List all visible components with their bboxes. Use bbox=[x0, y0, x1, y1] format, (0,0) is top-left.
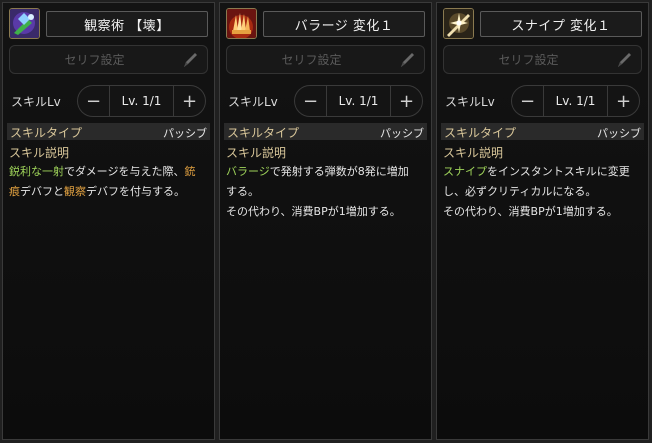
skill-panels: 観察術 【壊】 セリフ設定 スキルLv − Lv. 1/1 + スキルタイプ パ… bbox=[0, 0, 652, 443]
serif-placeholder: セリフ設定 bbox=[498, 53, 559, 67]
skill-type-value: パッシブ bbox=[163, 127, 207, 140]
level-stepper: − Lv. 1/1 + bbox=[294, 85, 423, 117]
skill-title: バラージ 変化１ bbox=[263, 11, 425, 37]
description-line: バラージで発射する弾数が8発に増加 bbox=[226, 162, 425, 182]
debuff-highlight: 観察 bbox=[64, 185, 86, 198]
serif-placeholder: セリフ設定 bbox=[281, 53, 342, 67]
title-row: 観察術 【壊】 bbox=[9, 8, 208, 40]
description-text: をインスタントスキルに変更 bbox=[487, 165, 630, 178]
pen-icon bbox=[401, 53, 414, 67]
level-value: Lv. 1/1 bbox=[555, 94, 596, 108]
description-text: で発射する弾数が8発に増加 bbox=[269, 165, 409, 178]
skill-level-row: スキルLv − Lv. 1/1 + bbox=[9, 85, 208, 117]
level-stepper: − Lv. 1/1 + bbox=[77, 85, 206, 117]
skill-type-value: パッシブ bbox=[597, 127, 641, 140]
skill-type-row: スキルタイプ パッシブ bbox=[224, 123, 427, 140]
description-line: し、必ずクリティカルになる。 bbox=[443, 185, 597, 198]
skill-level-label: スキルLv bbox=[11, 95, 61, 109]
description-line: その代わり、消費BPが1増加する。 bbox=[226, 205, 401, 218]
pen-icon bbox=[184, 53, 197, 67]
description-text: デバフを付与する。 bbox=[86, 185, 185, 198]
title-row: スナイプ 変化１ bbox=[443, 8, 642, 40]
skill-type-row: スキルタイプ パッシブ bbox=[441, 123, 644, 140]
skill-type-label: スキルタイプ bbox=[444, 126, 517, 140]
level-value: Lv. 1/1 bbox=[338, 94, 379, 108]
skill-name-highlight: バラージ bbox=[226, 165, 270, 178]
level-increase-button[interactable]: + bbox=[607, 86, 639, 116]
level-value: Lv. 1/1 bbox=[121, 94, 162, 108]
debuff-highlight: 銃 bbox=[184, 165, 196, 178]
barrage-skill-icon bbox=[226, 8, 257, 39]
skill-level-row: スキルLv − Lv. 1/1 + bbox=[443, 85, 642, 117]
skill-name-highlight: スナイプ bbox=[443, 165, 487, 178]
skill-type-row: スキルタイプ パッシブ bbox=[7, 123, 210, 140]
observation-skill-icon bbox=[9, 8, 40, 39]
skill-panel-observation: 観察術 【壊】 セリフ設定 スキルLv − Lv. 1/1 + スキルタイプ パ… bbox=[2, 2, 215, 440]
snipe-skill-icon bbox=[443, 8, 474, 39]
description-line: 痕デバフと観察デバフを付与する。 bbox=[9, 182, 208, 202]
description-line: 鋭利な一射でダメージを与えた際、銃 bbox=[9, 162, 208, 182]
serif-setting-field[interactable]: セリフ設定 bbox=[226, 45, 425, 74]
skill-level-label: スキルLv bbox=[445, 95, 495, 109]
title-row: バラージ 変化１ bbox=[226, 8, 425, 40]
skill-title: スナイプ 変化１ bbox=[480, 11, 642, 37]
skill-type-value: パッシブ bbox=[380, 127, 424, 140]
skill-title: 観察術 【壊】 bbox=[46, 11, 208, 37]
description-line: する。 bbox=[226, 185, 259, 198]
skill-name-highlight: 鋭利な一射 bbox=[9, 165, 64, 178]
pen-icon bbox=[618, 53, 631, 67]
level-decrease-button[interactable]: − bbox=[295, 86, 327, 116]
skill-description: 鋭利な一射でダメージを与えた際、銃 痕デバフと観察デバフを付与する。 bbox=[9, 162, 208, 202]
level-increase-button[interactable]: + bbox=[173, 86, 205, 116]
skill-description: スナイプをインスタントスキルに変更 し、必ずクリティカルになる。 その代わり、消… bbox=[443, 162, 642, 222]
level-decrease-button[interactable]: − bbox=[512, 86, 544, 116]
skill-level-row: スキルLv − Lv. 1/1 + bbox=[226, 85, 425, 117]
serif-placeholder: セリフ設定 bbox=[64, 53, 125, 67]
description-text: でダメージを与えた際、 bbox=[64, 165, 185, 178]
skill-panel-snipe: スナイプ 変化１ セリフ設定 スキルLv − Lv. 1/1 + スキルタイプ … bbox=[436, 2, 649, 440]
serif-setting-field[interactable]: セリフ設定 bbox=[9, 45, 208, 74]
skill-type-label: スキルタイプ bbox=[10, 126, 83, 140]
skill-type-label: スキルタイプ bbox=[227, 126, 300, 140]
debuff-highlight: 痕 bbox=[9, 185, 20, 198]
serif-setting-field[interactable]: セリフ設定 bbox=[443, 45, 642, 74]
description-line: スナイプをインスタントスキルに変更 bbox=[443, 162, 642, 182]
description-line: その代わり、消費BPが1増加する。 bbox=[443, 205, 618, 218]
skill-description-label: スキル説明 bbox=[443, 146, 504, 160]
level-decrease-button[interactable]: − bbox=[78, 86, 110, 116]
level-stepper: − Lv. 1/1 + bbox=[511, 85, 640, 117]
skill-level-label: スキルLv bbox=[228, 95, 278, 109]
skill-description-label: スキル説明 bbox=[226, 146, 287, 160]
skill-description: バラージで発射する弾数が8発に増加 する。 その代わり、消費BPが1増加する。 bbox=[226, 162, 425, 222]
skill-description-label: スキル説明 bbox=[9, 146, 70, 160]
level-increase-button[interactable]: + bbox=[390, 86, 422, 116]
description-text: デバフと bbox=[20, 185, 64, 198]
skill-panel-barrage: バラージ 変化１ セリフ設定 スキルLv − Lv. 1/1 + スキルタイプ … bbox=[219, 2, 432, 440]
